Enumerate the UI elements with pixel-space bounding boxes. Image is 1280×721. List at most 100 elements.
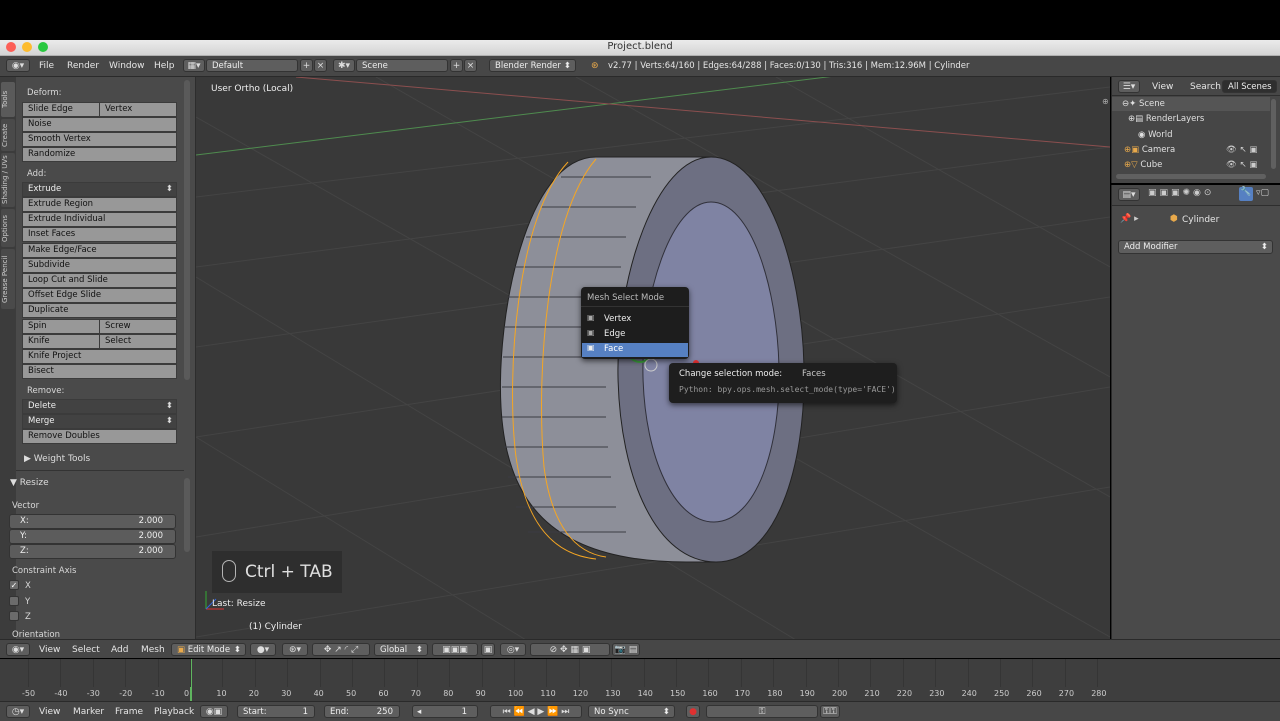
timeline-playback-menu[interactable]: Playback [154,707,194,717]
add-scene-icon[interactable]: + [450,59,463,72]
resize-x-field[interactable]: X: 2.000 [9,514,176,529]
make-edge-face-button[interactable]: Make Edge/Face [22,243,177,258]
tab-create[interactable]: Create [1,119,15,151]
3d-view-menu[interactable]: View [39,645,60,655]
properties-more-icons[interactable]: ▿▢ [1256,188,1269,198]
pivot-point-select[interactable]: ⊛▾ [282,643,308,656]
extrude-region-button[interactable]: Extrude Region [22,197,177,212]
keying-set-field[interactable]: ⚿ [706,705,818,718]
start-frame-field[interactable]: Start: 1 [237,705,315,718]
camera-visibility-icons[interactable]: 👁 ↖ ▣ [1226,145,1257,155]
properties-context-icons[interactable]: ▣▣▣✺◉⊙ [1148,188,1214,198]
3d-editor-type-icon[interactable]: ◉▾ [6,643,30,656]
menu-help[interactable]: Help [154,61,175,71]
extrude-menu-button[interactable]: Extrude ⬍ [22,182,177,197]
menu-render[interactable]: Render [67,61,99,71]
properties-editor-icon[interactable]: ▤▾ [1118,188,1140,201]
screw-button[interactable]: Screw [99,319,177,334]
layout-icon[interactable]: ▦▾ [183,59,205,72]
mode-select[interactable]: ▣ Edit Mode ⬍ [171,643,246,656]
offset-edge-slide-button[interactable]: Offset Edge Slide [22,288,177,303]
outliner-scrollbar[interactable] [1271,99,1276,169]
outliner-view-menu[interactable]: View [1152,82,1173,92]
end-frame-field[interactable]: End: 250 [324,705,400,718]
3d-mesh-menu[interactable]: Mesh [141,645,165,655]
select-mode-buttons[interactable]: ▣▣▣ [432,643,478,656]
resize-z-field[interactable]: Z: 2.000 [9,544,176,559]
3d-add-menu[interactable]: Add [111,645,128,655]
resize-y-field[interactable]: Y: 2.000 [9,529,176,544]
remove-doubles-button[interactable]: Remove Doubles [22,429,177,444]
remove-scene-icon[interactable]: × [464,59,477,72]
menu-file[interactable]: File [39,61,54,71]
modifier-tab-wrench-icon[interactable]: 🔧 [1239,187,1253,201]
tab-shading-uvs[interactable]: Shading / UVs [1,153,15,207]
remove-layout-icon[interactable]: × [314,59,327,72]
snap-tools-icons[interactable]: ⊘ ✥ ▦ ▣ [530,643,610,656]
weight-tools-panel-header[interactable]: ▶ Weight Tools [24,454,90,464]
inset-faces-button[interactable]: Inset Faces [22,227,177,242]
limit-selection-icon[interactable]: ▣ [481,643,495,656]
slide-edge-button[interactable]: Slide Edge [22,102,100,117]
scene-icon[interactable]: ✱▾ [333,59,355,72]
timeline-marker-menu[interactable]: Marker [73,707,104,717]
viewport-corner-plus-icon[interactable]: ⊕ [1102,97,1109,106]
delete-menu-button[interactable]: Delete ⬍ [22,399,177,414]
sync-mode-select[interactable]: No Sync ⬍ [588,705,675,718]
timeline-view-menu[interactable]: View [39,707,60,717]
tab-tools[interactable]: Tools [1,82,15,117]
keyframe-icons[interactable]: ⚿⚿ [820,705,840,718]
outliner-search-menu[interactable]: Search [1190,82,1221,92]
playback-controls[interactable]: ⏮ ⏪ ◀ ▶ ⏩ ⏭ [490,705,582,718]
noise-button[interactable]: Noise [22,117,177,132]
outliner-world-item[interactable]: ◉ World [1138,130,1172,140]
knife-button[interactable]: Knife [22,334,100,349]
outliner-display-select[interactable]: All Scenes [1222,80,1277,93]
menu-window[interactable]: Window [109,61,145,71]
tool-shelf-scrollbar[interactable] [184,80,190,380]
randomize-button[interactable]: Randomize [22,147,177,162]
add-layout-icon[interactable]: + [300,59,313,72]
select-mode-edge[interactable]: ▣ Edge [583,328,687,342]
outliner-editor-icon[interactable]: ☰▾ [1118,80,1140,93]
tab-grease-pencil[interactable]: Grease Pencil [1,249,15,309]
cube-visibility-icons[interactable]: 👁 ↖ ▣ [1226,160,1257,170]
preview-range-icons[interactable]: ◉▣ [200,705,228,718]
timeline[interactable]: -50 -40 -30 -20 -10 0 10 20 30 40 50 60 70 80 90 100 110… [0,659,1280,701]
duplicate-button[interactable]: Duplicate [22,303,177,318]
timeline-editor-type-icon[interactable]: ◷▾ [6,705,30,718]
current-frame-field[interactable]: ◂ 1 [412,705,478,718]
constraint-x-checkbox[interactable]: ✓ [9,580,19,590]
render-preview-icons[interactable]: 📷 ▤ [612,643,640,656]
viewport-shading-select[interactable]: ●▾ [250,643,276,656]
layout-field[interactable]: Default [206,59,298,72]
bisect-button[interactable]: Bisect [22,364,177,379]
select-mode-face[interactable]: ▣ Face [582,343,688,357]
add-modifier-select[interactable]: Add Modifier ⬍ [1118,240,1273,254]
outliner-hscrollbar[interactable] [1116,174,1266,179]
subdivide-button[interactable]: Subdivide [22,258,177,273]
knife-select-button[interactable]: Select [99,334,177,349]
resize-panel-header[interactable]: ▼ Resize [10,478,49,488]
outliner-renderlayers-item[interactable]: ⊕▤ RenderLayers [1128,114,1204,124]
scene-field[interactable]: Scene [356,59,448,72]
pin-icon[interactable]: 📌 ▸ [1120,214,1139,224]
extrude-individual-button[interactable]: Extrude Individual [22,212,177,227]
smooth-vertex-button[interactable]: Smooth Vertex [22,132,177,147]
render-engine-select[interactable]: Blender Render ⬍ [489,59,576,72]
outliner-cube-item[interactable]: ⊕▽ Cube [1124,160,1162,170]
proportional-edit-select[interactable]: ◎▾ [500,643,526,656]
3d-select-menu[interactable]: Select [72,645,100,655]
select-mode-vertex[interactable]: ▣ Vertex [583,313,687,327]
transform-orientation-select[interactable]: Global ⬍ [374,643,428,656]
outliner-camera-item[interactable]: ⊕▣ Camera [1124,145,1175,155]
editor-type-icon[interactable]: ◉▾ [6,59,30,72]
constraint-z-checkbox[interactable] [9,611,19,621]
vertex-slide-button[interactable]: Vertex [99,102,177,117]
record-icon[interactable]: ● [686,705,700,718]
operator-panel-scrollbar[interactable] [184,478,190,552]
constraint-y-checkbox[interactable] [9,596,19,606]
knife-project-button[interactable]: Knife Project [22,349,177,364]
tab-options[interactable]: Options [1,209,15,247]
timeline-frame-menu[interactable]: Frame [115,707,143,717]
